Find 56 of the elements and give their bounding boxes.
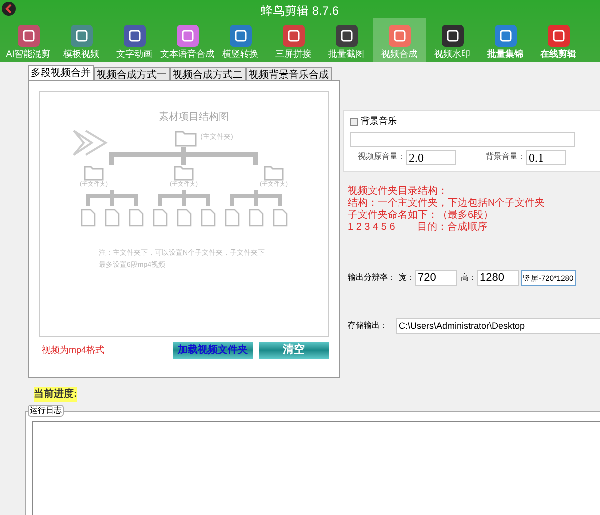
progress-label: 当前进度: — [34, 387, 78, 402]
load-folder-button[interactable]: 加载视频文件夹 — [173, 342, 253, 359]
toolbar-button[interactable]: 文字动画 — [108, 18, 161, 62]
tab[interactable]: 多段视频合并 — [28, 65, 94, 80]
group-title: 运行日志 — [28, 405, 64, 417]
field-label: 输出分辨率： — [348, 272, 396, 284]
field-label: 高： — [461, 272, 477, 284]
info-text: 视频文件夹目录结构： — [348, 186, 449, 198]
spin-field[interactable]: 1280 — [477, 270, 519, 286]
tool-icon — [492, 24, 518, 48]
tool-icon — [174, 24, 200, 48]
tool-icon — [122, 24, 148, 48]
info-text: 子文件夹命名如下：（最多6段） — [348, 210, 495, 222]
folder-icon — [84, 165, 104, 181]
toolbar-button[interactable]: 批量截图 — [320, 18, 373, 62]
info-text: 结构：一个主文件夹，下边包括N个子文件夹 — [348, 198, 546, 210]
music-path-field[interactable] — [350, 132, 575, 146]
field-label: 宽： — [399, 272, 415, 284]
tool-icon — [546, 24, 572, 48]
tool-icon — [16, 24, 42, 48]
field-label: 视频原音量： — [358, 151, 406, 163]
field-label: 背景音量： — [486, 151, 526, 163]
toolbar-button[interactable]: 视频水印 — [426, 18, 479, 62]
app-logo-icon — [2, 2, 16, 16]
window-title: 蜂鸟剪辑 8.7.6 — [260, 3, 340, 20]
toolbar-button[interactable]: 横竖转换 — [214, 18, 267, 62]
tab[interactable]: 视频合成方式一 — [94, 67, 170, 80]
toolbar-button[interactable]: 模板视频 — [55, 18, 108, 62]
format-note: 视频为mp4格式 — [41, 344, 106, 357]
field-label: 存储输出： — [348, 320, 389, 332]
info-text: 1 2 3 4 5 6 目的：合成顺序 — [348, 222, 488, 234]
tool-icon — [386, 24, 412, 48]
folder-icon — [264, 165, 284, 181]
folder-icon — [174, 129, 197, 147]
clear-button[interactable]: 清空 — [259, 342, 329, 359]
tab[interactable]: 视频背景音乐合成 — [246, 67, 332, 80]
toolbar-button[interactable]: 文本语音合成 — [161, 18, 214, 62]
tool-icon — [68, 24, 94, 48]
spin-field[interactable]: 2.0 — [406, 150, 456, 164]
tab[interactable]: 视频合成方式二 — [170, 67, 246, 80]
toolbar-button[interactable]: 在线剪辑 — [532, 18, 585, 62]
toolbar-button[interactable]: 三屏拼接 — [267, 18, 320, 62]
tool-icon — [228, 24, 254, 48]
output-path-field[interactable]: C:\Users\Administrator\Desktop — [396, 318, 600, 334]
toolbar-button[interactable]: 视频合成 — [373, 18, 426, 62]
spin-field[interactable]: 0.1 — [526, 150, 566, 164]
checkbox[interactable] — [350, 118, 358, 126]
toolbar-button[interactable]: 批量集锦 — [479, 18, 532, 62]
diagram-title: 素材项目结构图 — [159, 110, 229, 125]
checkbox-label: 背景音乐 — [361, 115, 397, 128]
spin-field[interactable]: 720 — [415, 270, 457, 286]
tool-icon — [280, 24, 306, 48]
tool-icon — [440, 24, 466, 48]
tool-icon — [334, 24, 360, 48]
toolbar-button[interactable]: AI智能混剪 — [2, 18, 55, 62]
folder-icon — [174, 165, 194, 181]
